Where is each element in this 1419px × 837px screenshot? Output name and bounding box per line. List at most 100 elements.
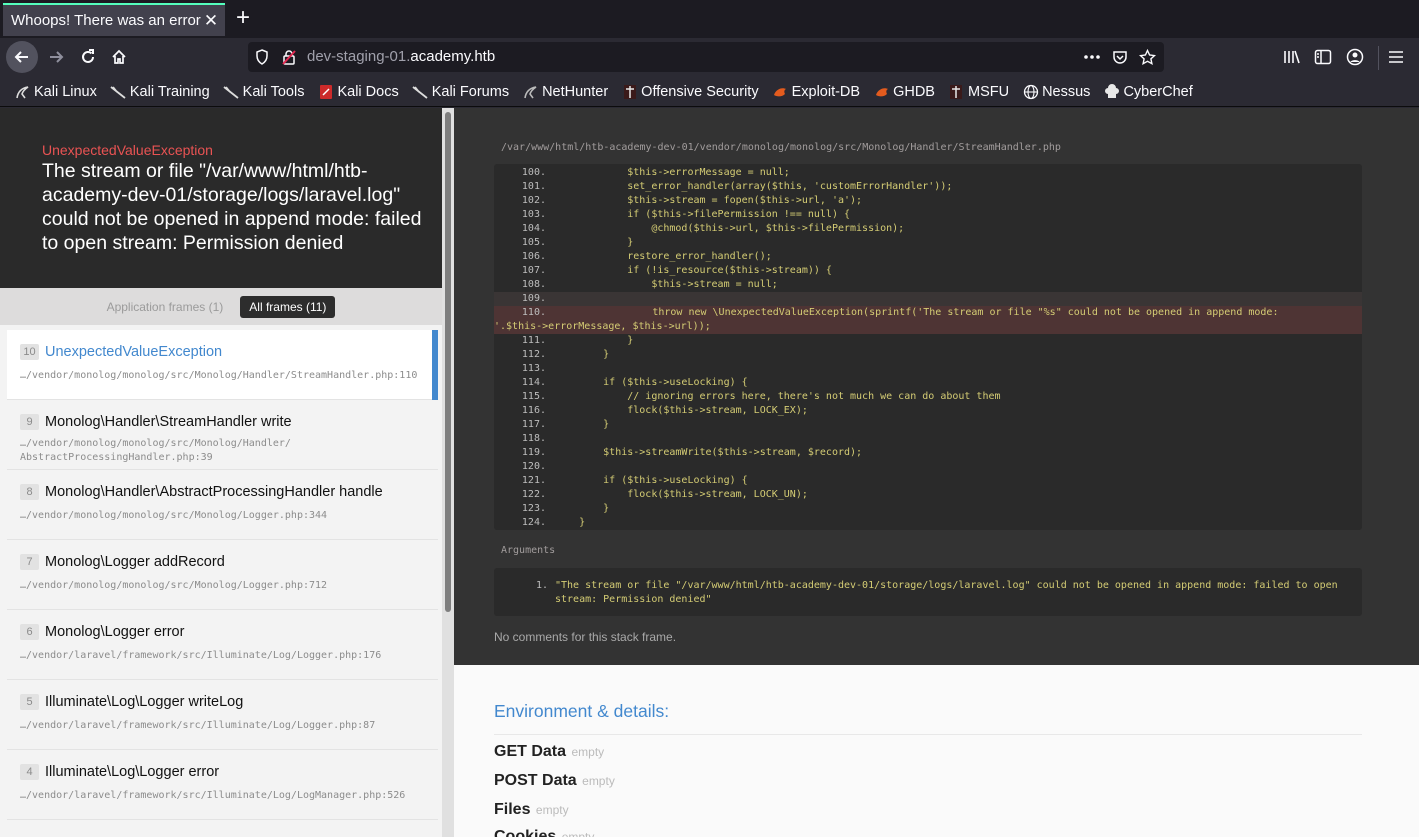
toolbar-separator bbox=[1378, 46, 1379, 70]
hamburger-menu-icon[interactable] bbox=[1386, 47, 1406, 67]
kali-forums-icon bbox=[412, 84, 429, 100]
code-line: 114. if ($this->useLocking) { bbox=[494, 376, 1362, 390]
line-number: 103. bbox=[521, 209, 546, 220]
bookmark-label: Kali Training bbox=[129, 83, 210, 100]
env-empty-value: empty bbox=[582, 774, 615, 788]
frame-file: …/vendor/monolog/monolog/src/Monolog/Han… bbox=[20, 438, 291, 463]
stack-frame[interactable]: 5 Illuminate\Log\Logger writeLog …/vendor… bbox=[7, 680, 438, 750]
bookmark-cyberchef[interactable]: CyberChef bbox=[1103, 83, 1193, 100]
navigation-toolbar: dev-staging-01.academy.htb bbox=[0, 38, 1419, 77]
forward-button[interactable] bbox=[40, 41, 72, 73]
bookmark-kali-forums[interactable]: Kali Forums bbox=[412, 84, 509, 100]
frames-scrollbar[interactable] bbox=[442, 108, 454, 837]
line-number: 123. bbox=[521, 503, 546, 514]
line-number: 109. bbox=[521, 293, 546, 304]
url-subdomain: dev-staging-01. bbox=[307, 48, 411, 65]
line-number: 114. bbox=[521, 377, 546, 388]
kali-tools-icon bbox=[223, 84, 240, 100]
back-button[interactable] bbox=[6, 41, 38, 73]
argument-number: 1. bbox=[536, 580, 549, 591]
line-source: if ($this->useLocking) { bbox=[555, 376, 748, 390]
bookmark-ghdb[interactable]: GHDB bbox=[873, 84, 935, 100]
bookmark-nessus[interactable]: Nessus bbox=[1022, 84, 1090, 100]
line-number: 110. bbox=[521, 307, 546, 318]
close-tab-icon[interactable]: ✕ bbox=[201, 11, 221, 31]
bookmark-kali-docs[interactable]: Kali Docs bbox=[317, 83, 399, 100]
url-text: dev-staging-01.academy.htb bbox=[307, 48, 495, 65]
home-button[interactable] bbox=[103, 41, 135, 73]
code-text: throw new \UnexpectedValueException(spri… bbox=[556, 307, 1279, 318]
scrollbar-thumb[interactable] bbox=[445, 112, 451, 612]
code-line: 103. if ($this->filePermission !== null)… bbox=[494, 208, 1362, 222]
star-icon[interactable] bbox=[1138, 48, 1156, 66]
pocket-icon[interactable] bbox=[1111, 48, 1129, 66]
frame-index: 4 bbox=[20, 764, 39, 780]
frame-file: …/vendor/monolog/monolog/src/Monolog/Log… bbox=[20, 510, 328, 521]
bookmark-kali-linux[interactable]: Kali Linux bbox=[14, 84, 97, 100]
stack-frame[interactable]: 10 UnexpectedValueException …/vendor/mono… bbox=[7, 330, 438, 400]
code-line: 115. // ignoring errors here, there's no… bbox=[494, 390, 1362, 404]
bookmark-kali-training[interactable]: Kali Training bbox=[110, 84, 210, 100]
all-frames-filter[interactable]: All frames (11) bbox=[240, 295, 336, 318]
url-host: academy.htb bbox=[410, 48, 496, 65]
bookmark-kali-tools[interactable]: Kali Tools bbox=[223, 84, 304, 100]
library-icon[interactable] bbox=[1282, 47, 1302, 67]
line-number: 104. bbox=[521, 223, 546, 234]
line-number: 113. bbox=[521, 363, 546, 374]
stack-frame[interactable]: 7 Monolog\Logger addRecord …/vendor/monol… bbox=[7, 540, 438, 610]
insecure-lock-icon[interactable] bbox=[280, 48, 298, 66]
frame-class: Monolog\Handler\StreamHandler write bbox=[45, 414, 292, 430]
code-text: $this->errorMessage = null; bbox=[555, 167, 790, 178]
code-text: } bbox=[555, 335, 634, 346]
code-text: flock($this->stream, LOCK_EX); bbox=[555, 405, 808, 416]
bookmark-exploit-db[interactable]: Exploit-DB bbox=[772, 83, 861, 100]
code-line: 119. $this->streamWrite($this->stream, $… bbox=[494, 446, 1362, 460]
line-source: throw new \UnexpectedValueException(spri… bbox=[494, 306, 1279, 334]
code-line: 124. } bbox=[494, 516, 1362, 530]
env-label: GET Data bbox=[494, 743, 567, 760]
stack-frame[interactable]: 6 Monolog\Logger error …/vendor/laravel/f… bbox=[7, 610, 438, 680]
bookmark-label: Exploit-DB bbox=[791, 83, 861, 100]
post-data-row: POST Data empty bbox=[494, 772, 615, 790]
globe-icon bbox=[1022, 84, 1039, 100]
bookmark-label: Kali Docs bbox=[337, 83, 399, 100]
code-line: 102. $this->stream = fopen($this->url, '… bbox=[494, 194, 1362, 208]
env-label: Cookies bbox=[494, 828, 557, 837]
bookmark-msfu[interactable]: MSFU bbox=[948, 84, 1009, 100]
frame-class: Monolog\Logger addRecord bbox=[45, 554, 225, 570]
arguments-label: Arguments bbox=[501, 545, 556, 556]
stack-frame[interactable]: 8 Monolog\Handler\AbstractProcessingHandl… bbox=[7, 470, 438, 540]
active-tab[interactable]: Whoops! There was an error. ✕ bbox=[3, 3, 225, 36]
sidebar-icon[interactable] bbox=[1313, 47, 1333, 67]
stack-frame[interactable]: 9 Monolog\Handler\StreamHandler write …/v… bbox=[7, 400, 438, 470]
page-actions-icon[interactable] bbox=[1083, 48, 1101, 66]
line-number: 111. bbox=[521, 335, 546, 346]
frame-class: UnexpectedValueException bbox=[45, 344, 223, 360]
account-icon[interactable] bbox=[1345, 47, 1365, 67]
bookmark-nethunter[interactable]: NetHunter bbox=[522, 84, 608, 100]
url-bar[interactable]: dev-staging-01.academy.htb bbox=[248, 42, 1164, 72]
bookmark-offensive-security[interactable]: Offensive Security bbox=[621, 84, 759, 100]
frame-file: …/vendor/laravel/framework/src/Illuminat… bbox=[20, 790, 406, 801]
application-frames-filter[interactable]: Application frames (1) bbox=[107, 300, 224, 314]
frames-list: 10 UnexpectedValueException …/vendor/mono… bbox=[7, 330, 438, 820]
line-number: 116. bbox=[521, 405, 546, 416]
reload-button[interactable] bbox=[72, 41, 104, 73]
line-number: 115. bbox=[521, 391, 546, 402]
frame-class: Illuminate\Log\Logger writeLog bbox=[45, 694, 244, 710]
code-line: 111. } bbox=[494, 334, 1362, 348]
frame-class: Monolog\Logger error bbox=[45, 624, 185, 640]
frame-details-pane: /var/www/html/htb-academy-dev-01/vendor/… bbox=[454, 108, 1419, 665]
line-source: flock($this->stream, LOCK_UN); bbox=[555, 488, 808, 502]
line-number: 102. bbox=[521, 195, 546, 206]
frame-file-path[interactable]: /var/www/html/htb-academy-dev-01/vendor/… bbox=[501, 142, 1061, 153]
stack-frames-panel: UnexpectedValueException The stream or f… bbox=[0, 108, 454, 837]
bookmark-label: CyberChef bbox=[1123, 83, 1193, 100]
kali-docs-icon bbox=[317, 84, 334, 100]
code-line: 116. flock($this->stream, LOCK_EX); bbox=[494, 404, 1362, 418]
stack-frame[interactable]: 4 Illuminate\Log\Logger error …/vendor/la… bbox=[7, 750, 438, 820]
code-line: 104. @chmod($this->url, $this->filePermi… bbox=[494, 222, 1362, 236]
new-tab-icon[interactable]: + bbox=[230, 6, 256, 32]
shield-icon[interactable] bbox=[253, 48, 271, 66]
bookmark-label: Kali Forums bbox=[431, 83, 510, 100]
